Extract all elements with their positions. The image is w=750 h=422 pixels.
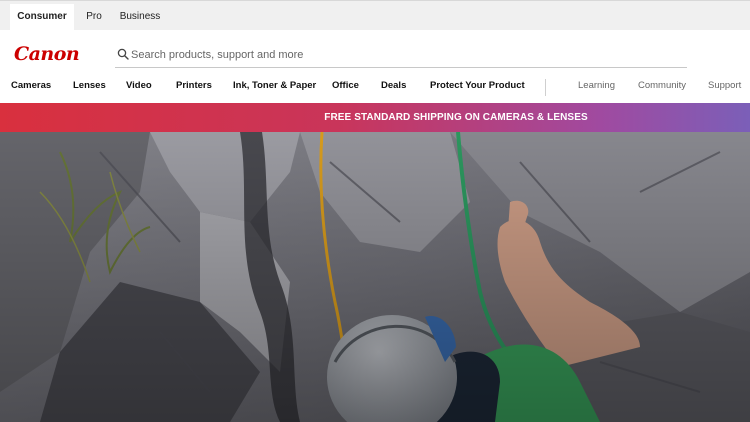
nav-item-lenses[interactable]: Lenses — [73, 80, 106, 91]
nav-item-video[interactable]: Video — [126, 80, 152, 91]
promo-banner[interactable]: FREE STANDARD SHIPPING ON CAMERAS & LENS… — [0, 103, 750, 132]
nav-item-cameras[interactable]: Cameras — [11, 80, 51, 91]
search-icon[interactable] — [117, 48, 129, 60]
search-bar[interactable] — [115, 44, 687, 68]
nav-item-deals[interactable]: Deals — [381, 80, 406, 91]
rock-climber-photo — [0, 132, 750, 422]
segment-tab-consumer[interactable]: Consumer — [10, 4, 74, 31]
nav-item-office[interactable]: Office — [332, 80, 359, 91]
site-header: Canon — [0, 30, 750, 72]
audience-segment-bar: Consumer Pro Business — [0, 0, 750, 31]
segment-tab-business[interactable]: Business — [114, 4, 166, 31]
nav-item-learning[interactable]: Learning — [578, 80, 615, 91]
nav-item-support[interactable]: Support — [708, 80, 741, 91]
nav-item-ink-toner-paper[interactable]: Ink, Toner & Paper — [233, 80, 316, 91]
hero-image — [0, 132, 750, 422]
nav-item-community[interactable]: Community — [638, 80, 686, 91]
nav-item-protect-your-product[interactable]: Protect Your Product — [430, 80, 525, 91]
segment-tab-pro[interactable]: Pro — [76, 4, 112, 31]
canon-logo[interactable]: Canon — [14, 43, 80, 65]
search-input[interactable] — [131, 46, 671, 64]
nav-item-printers[interactable]: Printers — [176, 80, 212, 91]
main-navigation: Cameras Lenses Video Printers Ink, Toner… — [0, 72, 750, 103]
nav-divider — [545, 79, 546, 96]
promo-banner-text: FREE STANDARD SHIPPING ON CAMERAS & LENS… — [324, 112, 588, 123]
